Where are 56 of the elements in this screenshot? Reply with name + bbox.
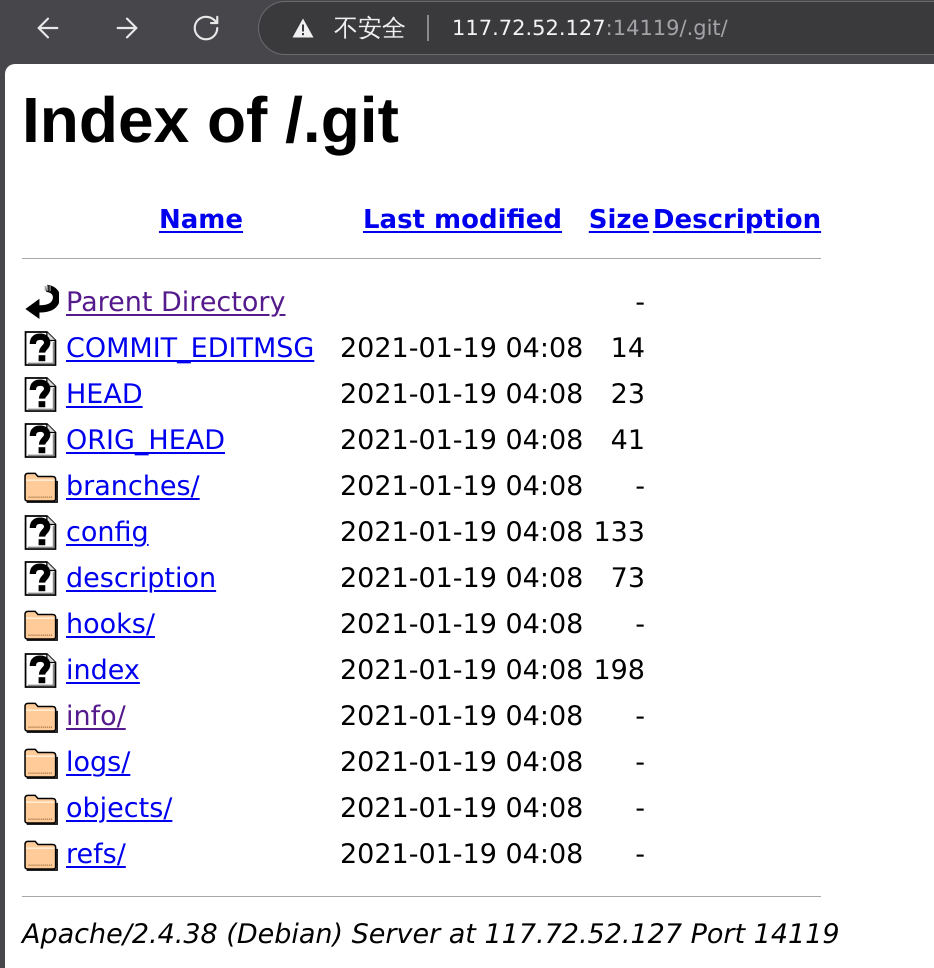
- file-link[interactable]: COMMIT_EDITMSG: [66, 332, 314, 364]
- column-header-link[interactable]: Name: [158, 205, 244, 235]
- folder-link[interactable]: info/: [66, 700, 126, 732]
- modified-date: 2021-01-19 04:08: [340, 792, 584, 824]
- server-signature: Apache/2.4.38 (Debian) Server at 117.72.52.127 Port 14119: [22, 918, 840, 952]
- question-mark-document-icon: [24, 376, 57, 412]
- url-text: 117.72.52.127:14119/.git/: [452, 16, 728, 40]
- question-mark-document-icon: [24, 514, 57, 550]
- folder-link[interactable]: refs/: [66, 838, 126, 870]
- page-title: Index of /.git: [22, 85, 399, 155]
- modified-date: 2021-01-19 04:08: [340, 562, 584, 594]
- file-size: 41: [610, 424, 646, 456]
- folder-link[interactable]: hooks/: [66, 608, 155, 640]
- curved-arrow-icon: [24, 284, 59, 320]
- modified-date: 2021-01-19 04:08: [340, 516, 584, 548]
- security-indicator-button[interactable]: 不安全: [292, 12, 406, 44]
- question-mark-document-icon: [24, 330, 57, 366]
- folder-link[interactable]: branches/: [66, 470, 200, 502]
- parent-directory-link[interactable]: Parent Directory: [66, 286, 286, 318]
- file-size: -: [635, 470, 646, 502]
- file-size: 133: [593, 516, 646, 548]
- file-size: -: [635, 838, 646, 870]
- file-size: -: [635, 608, 646, 640]
- question-mark-document-icon: [24, 560, 57, 596]
- file-link[interactable]: index: [66, 654, 140, 686]
- modified-date: 2021-01-19 04:08: [340, 838, 584, 870]
- column-header-link[interactable]: Last modified: [362, 205, 562, 235]
- warning-icon: [292, 18, 314, 38]
- file-size: 23: [610, 378, 646, 410]
- modified-date: 2021-01-19 04:08: [340, 332, 584, 364]
- file-size: 14: [610, 332, 646, 364]
- address-bar[interactable]: 不安全 117.72.52.127:14119/.git/: [258, 1, 934, 55]
- file-size: 73: [610, 562, 646, 594]
- file-size: -: [635, 286, 646, 318]
- file-size: -: [635, 700, 646, 732]
- file-link[interactable]: HEAD: [66, 378, 143, 410]
- file-size: -: [635, 746, 646, 778]
- modified-date: 2021-01-19 04:08: [340, 746, 584, 778]
- reload-icon: [191, 13, 221, 43]
- modified-date: 2021-01-19 04:08: [340, 378, 584, 410]
- file-link[interactable]: config: [66, 516, 149, 548]
- file-link[interactable]: ORIG_HEAD: [66, 424, 226, 456]
- folder-link[interactable]: objects/: [66, 792, 172, 824]
- column-header-link[interactable]: Description: [652, 205, 822, 235]
- modified-date: 2021-01-19 04:08: [340, 424, 584, 456]
- question-mark-document-icon: [24, 422, 57, 458]
- folder-link[interactable]: logs/: [66, 746, 130, 778]
- modified-date: 2021-01-19 04:08: [340, 654, 584, 686]
- column-header-link[interactable]: Size: [588, 205, 650, 235]
- file-size: -: [635, 792, 646, 824]
- file-size: 198: [593, 654, 646, 686]
- modified-date: 2021-01-19 04:08: [340, 700, 584, 732]
- modified-date: 2021-01-19 04:08: [340, 470, 584, 502]
- question-mark-document-icon: [24, 652, 57, 688]
- file-link[interactable]: description: [66, 562, 216, 594]
- modified-date: 2021-01-19 04:08: [340, 608, 584, 640]
